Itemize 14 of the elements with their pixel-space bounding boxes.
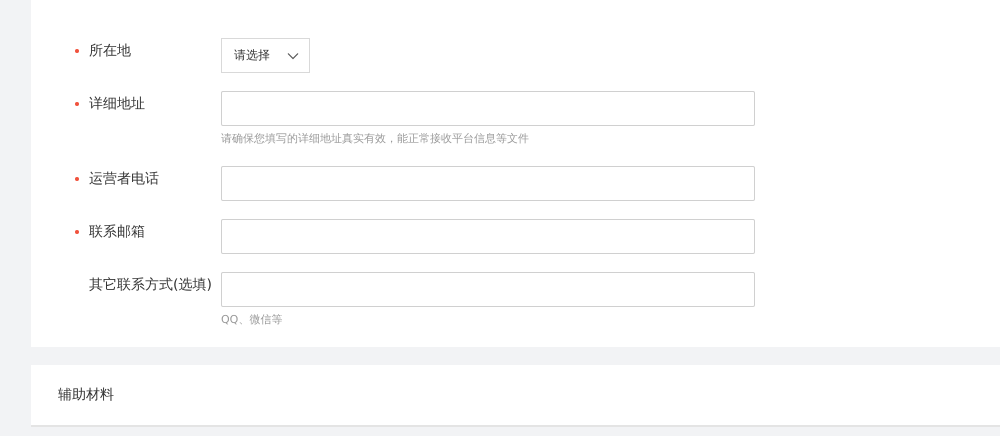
section-title: 辅助材料 (57, 386, 114, 404)
field-hint: QQ、微信等 (221, 312, 284, 328)
input-field[interactable] (221, 219, 755, 254)
field-hint: 请确保您填写的详细地址真实有效，能正常接收平台信息等文件 (221, 131, 530, 147)
input-field[interactable] (221, 166, 755, 201)
field-label: 详细地址 (89, 95, 145, 113)
input-field[interactable] (221, 91, 755, 126)
field-label: 所在地 (89, 42, 131, 60)
field-label: 其它联系方式(选填) (89, 276, 212, 294)
caret-icon (287, 52, 299, 60)
field-label: 运营者电话 (89, 170, 159, 188)
field-label: 联系邮箱 (89, 223, 145, 241)
location-select[interactable]: 请选择 (221, 38, 310, 73)
input-field[interactable] (221, 272, 755, 307)
